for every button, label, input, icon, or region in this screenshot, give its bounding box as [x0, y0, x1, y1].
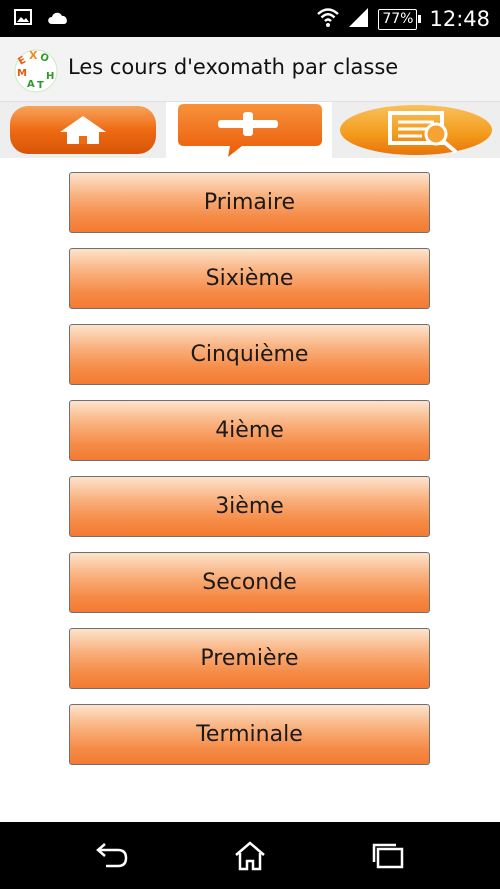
class-button-sixieme[interactable]: Sixième [69, 248, 430, 309]
battery-indicator: 77% [378, 8, 422, 30]
nav-home-button[interactable] [230, 840, 270, 872]
navigation-bar [0, 822, 500, 889]
page-title: Les cours d'exomath par classe [68, 55, 399, 79]
svg-text:X: X [29, 49, 38, 62]
toolbar [0, 102, 500, 158]
back-icon [96, 843, 128, 868]
cloud-icon [46, 9, 70, 29]
gallery-icon [14, 9, 32, 29]
class-button-terminale[interactable]: Terminale [69, 704, 430, 765]
signal-icon [348, 6, 370, 32]
class-button-4ieme[interactable]: 4ième [69, 400, 430, 461]
home-icon [10, 106, 156, 154]
wifi-icon [316, 6, 340, 32]
recents-icon [372, 843, 404, 869]
class-button-primaire[interactable]: Primaire [69, 172, 430, 233]
search-button[interactable] [332, 102, 500, 158]
class-button-cinquieme[interactable]: Cinquième [69, 324, 430, 385]
add-comment-icon [178, 104, 322, 157]
search-document-icon [340, 105, 492, 155]
home-button[interactable] [0, 102, 166, 158]
battery-label: 77% [378, 8, 418, 30]
svg-text:A: A [27, 79, 35, 90]
action-bar: E X O M A T H Les cours d'exomath par cl… [0, 37, 500, 102]
app-logo[interactable]: E X O M A T H [14, 49, 58, 93]
home-icon [235, 841, 265, 871]
clock: 12:48 [429, 7, 490, 31]
status-bar: 77% 12:48 [0, 0, 500, 37]
svg-text:M: M [17, 68, 27, 79]
class-button-premiere[interactable]: Première [69, 628, 430, 689]
svg-text:T: T [37, 80, 44, 91]
class-button-3ieme[interactable]: 3ième [69, 476, 430, 537]
back-button[interactable] [92, 840, 132, 872]
svg-text:H: H [46, 71, 54, 82]
add-button[interactable] [166, 102, 332, 158]
class-button-seconde[interactable]: Seconde [69, 552, 430, 613]
recents-button[interactable] [368, 840, 408, 872]
